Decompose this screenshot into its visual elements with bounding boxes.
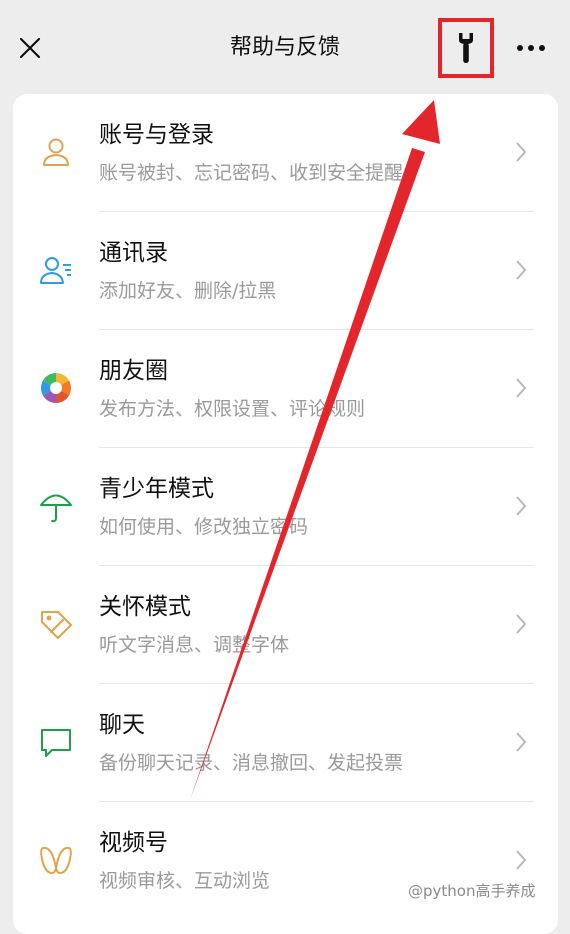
account-icon xyxy=(43,138,69,166)
topic-description: 视频审核、互动浏览 xyxy=(99,870,271,892)
topic-care-mode[interactable]: 关怀模式 听文字消息、调整字体 xyxy=(13,566,558,684)
header: 帮助与反馈 xyxy=(0,0,570,94)
more-dots-icon xyxy=(517,45,545,51)
chat-bubble-icon xyxy=(41,729,71,757)
topic-label: 朋友圈 xyxy=(99,358,168,384)
care-tag-icon xyxy=(41,611,72,639)
topic-description: 添加好友、删除/拉黑 xyxy=(99,280,277,302)
contacts-icon xyxy=(40,257,71,284)
chevron-right-icon xyxy=(516,732,527,752)
more-button[interactable] xyxy=(510,30,552,66)
topic-description: 账号被封、忘记密码、收到安全提醒 xyxy=(99,162,404,184)
topic-label: 关怀模式 xyxy=(99,594,191,620)
topic-account-login[interactable]: 账号与登录 账号被封、忘记密码、收到安全提醒 xyxy=(13,94,558,212)
topic-label: 聊天 xyxy=(99,712,145,738)
chevron-right-icon xyxy=(516,142,527,162)
topic-description: 发布方法、权限设置、评论规则 xyxy=(99,398,366,420)
topic-description: 如何使用、修改独立密码 xyxy=(99,516,309,538)
chevron-right-icon xyxy=(516,496,527,516)
topic-label: 青少年模式 xyxy=(99,476,214,502)
topic-label: 账号与登录 xyxy=(99,122,214,148)
umbrella-icon xyxy=(40,494,72,523)
topic-contacts[interactable]: 通讯录 添加好友、删除/拉黑 xyxy=(13,212,558,330)
topic-description: 听文字消息、调整字体 xyxy=(99,634,290,656)
wrench-icon xyxy=(459,33,473,63)
topic-chat[interactable]: 聊天 备份聊天记录、消息撤回、发起投票 xyxy=(13,684,558,802)
topic-description: 备份聊天记录、消息撤回、发起投票 xyxy=(99,752,404,774)
chevron-right-icon xyxy=(516,378,527,398)
watermark: @python高手养成 xyxy=(408,882,536,900)
chevron-right-icon xyxy=(516,850,527,870)
chevron-right-icon xyxy=(516,260,527,280)
moments-icon xyxy=(41,373,71,403)
topic-label: 视频号 xyxy=(99,830,168,856)
topic-moments[interactable]: 朋友圈 发布方法、权限设置、评论规则 xyxy=(13,330,558,448)
topic-teen-mode[interactable]: 青少年模式 如何使用、修改独立密码 xyxy=(13,448,558,566)
topic-label: 通讯录 xyxy=(99,240,168,266)
wrench-button[interactable] xyxy=(438,18,494,78)
help-topic-list: 账号与登录 账号被封、忘记密码、收到安全提醒 通讯录 添加好友、删除/拉黑 朋友… xyxy=(13,94,558,934)
channels-icon xyxy=(40,846,72,874)
chevron-right-icon xyxy=(516,614,527,634)
topic-channels[interactable]: 视频号 视频审核、互动浏览 xyxy=(13,802,558,920)
